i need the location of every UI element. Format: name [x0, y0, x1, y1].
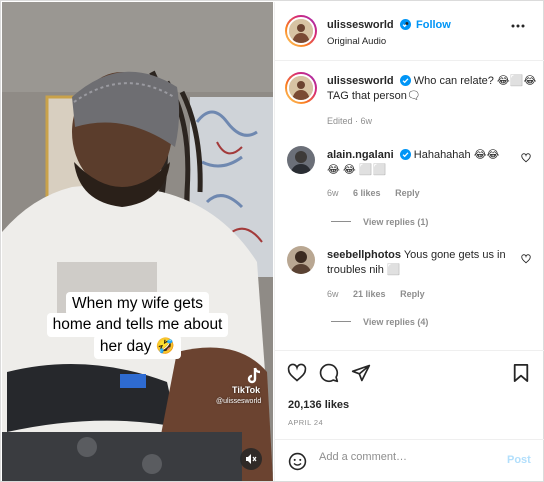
caption-username[interactable]: ulissesworld — [327, 75, 394, 87]
tiktok-watermark: TikTok — [232, 385, 261, 395]
follow-button[interactable]: Follow — [416, 19, 451, 31]
header-separator: • — [405, 18, 409, 30]
post-comment-button[interactable]: Post — [507, 454, 531, 466]
post-details-panel: ulissesworld • Follow Original Audio uli… — [274, 2, 544, 481]
view-replies-label: View replies (4) — [363, 317, 429, 327]
view-replies-label: View replies (1) — [363, 217, 429, 227]
caption-edited-meta: Edited · 6w — [327, 116, 373, 126]
video-frame-image — [2, 2, 273, 481]
comment-like-heart-icon[interactable] — [521, 254, 531, 264]
comment-text-block: alain.ngalani Hahahahah 😂😂😂 😂 ⬜⬜ — [327, 148, 507, 178]
comment-username[interactable]: alain.ngalani — [327, 149, 394, 161]
post-modal: When my wife gets home and tells me abou… — [0, 0, 544, 482]
likes-count[interactable]: 20,136 likes — [288, 399, 349, 411]
emoji-icon[interactable] — [288, 452, 307, 471]
comment-likes[interactable]: 21 likes — [353, 289, 386, 299]
comment-icon[interactable] — [319, 363, 339, 383]
caption-author-avatar[interactable] — [285, 72, 317, 104]
reply-button[interactable]: Reply — [400, 289, 425, 299]
comment-likes[interactable]: 6 likes — [353, 188, 381, 198]
speaker-muted-icon — [246, 454, 257, 464]
caption-text-block: ulissesworld Who can relate? 😂⬜😂 TAG tha… — [327, 74, 537, 104]
verified-badge-icon — [399, 75, 411, 86]
post-header: ulissesworld • Follow Original Audio — [275, 2, 544, 61]
comment-age: 6w — [327, 289, 339, 299]
more-options-icon[interactable] — [511, 24, 525, 28]
view-replies-button[interactable]: View replies (1) — [331, 217, 428, 227]
save-bookmark-icon[interactable] — [512, 363, 530, 383]
commenter-avatar[interactable] — [287, 246, 315, 274]
mute-button[interactable] — [240, 448, 262, 470]
verified-badge-icon — [399, 149, 411, 160]
view-replies-button[interactable]: View replies (4) — [331, 317, 428, 327]
reply-button[interactable]: Reply — [395, 188, 420, 198]
post-date: APRIL 24 — [288, 418, 324, 427]
video-caption-line-3: her day 🤣 — [93, 335, 182, 359]
tiktok-watermark-user: @ulissesworld — [216, 398, 262, 405]
author-avatar[interactable] — [285, 15, 317, 47]
post-actions: 20,136 likes APRIL 24 — [275, 350, 544, 433]
original-audio-link[interactable]: Original Audio — [327, 36, 386, 47]
share-icon[interactable] — [351, 363, 371, 383]
comment-age: 6w — [327, 188, 339, 198]
tiktok-logo-icon — [247, 367, 261, 384]
author-username[interactable]: ulissesworld — [327, 19, 394, 31]
video-player[interactable]: When my wife gets home and tells me abou… — [2, 2, 273, 481]
add-comment-input[interactable] — [319, 451, 499, 463]
like-heart-icon[interactable] — [287, 363, 307, 383]
comment-text-block: seebellphotos Yous gone gets us in troub… — [327, 248, 507, 278]
add-comment-bar: Post — [275, 439, 544, 481]
comment-like-heart-icon[interactable] — [521, 153, 531, 163]
comment-username[interactable]: seebellphotos — [327, 249, 401, 261]
video-caption-line-2: home and tells me about — [46, 313, 229, 337]
commenter-avatar[interactable] — [287, 146, 315, 174]
